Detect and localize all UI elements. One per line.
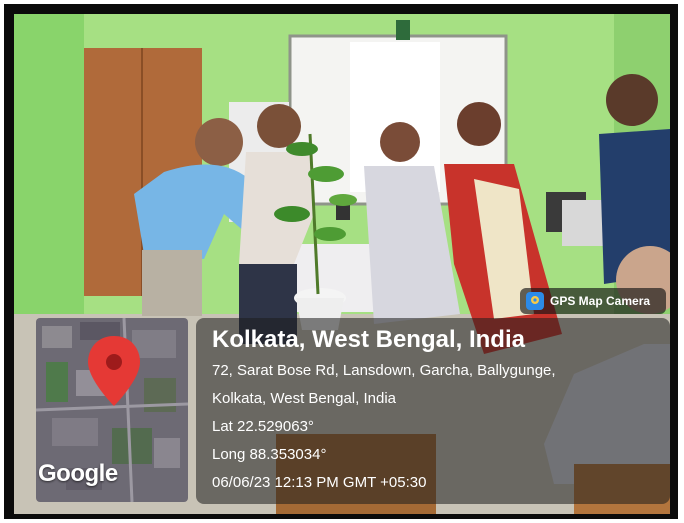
google-logo: Google — [38, 460, 118, 487]
app-badge: GPS Map Camera — [520, 288, 666, 314]
camera-pin-icon — [526, 292, 544, 310]
longitude: Long 88.353034° — [212, 446, 327, 463]
address-line-2: Kolkata, West Bengal, India — [212, 390, 396, 407]
app-badge-label: GPS Map Camera — [550, 294, 651, 308]
place-name: Kolkata, West Bengal, India — [212, 326, 525, 353]
timestamp: 06/06/23 12:13 PM GMT +05:30 — [212, 474, 427, 491]
latitude: Lat 22.529063° — [212, 418, 314, 435]
address-line-1: 72, Sarat Bose Rd, Lansdown, Garcha, Bal… — [212, 362, 556, 379]
